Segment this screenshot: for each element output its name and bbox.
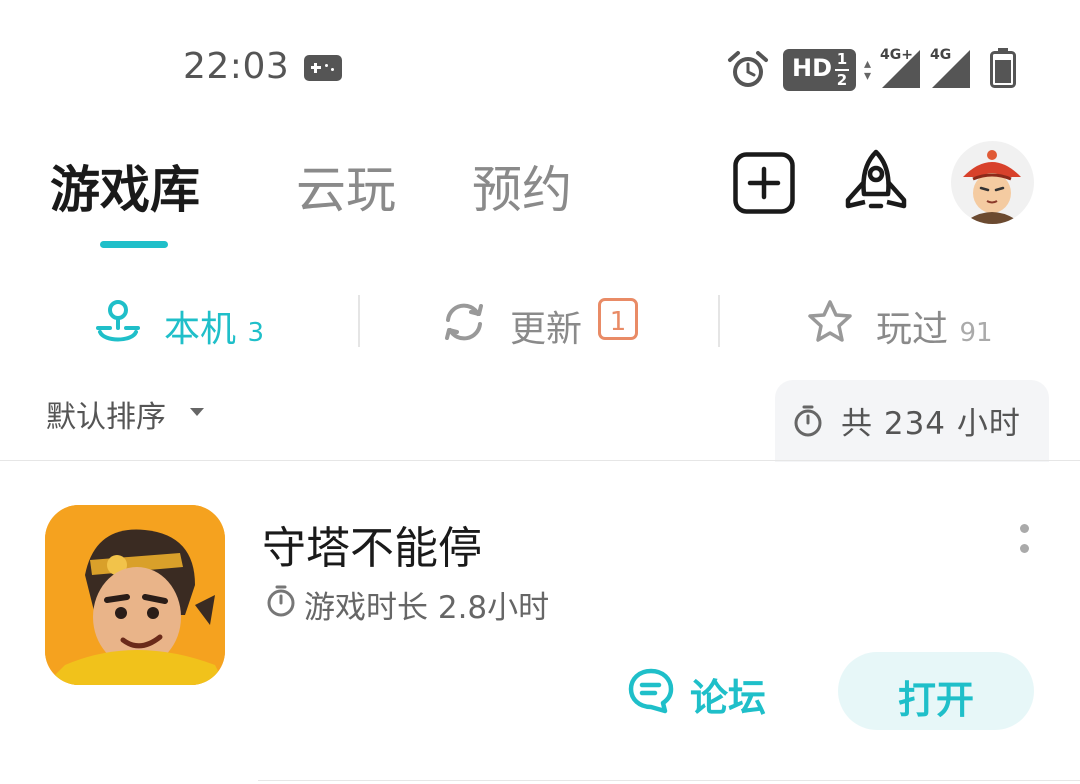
forum-button[interactable]: 论坛 <box>690 667 766 722</box>
add-icon[interactable] <box>733 152 795 214</box>
hd-fraction-bottom: 2 <box>836 71 848 89</box>
battery-icon <box>990 48 1016 88</box>
refresh-icon <box>445 303 483 341</box>
subtab-local-count: 3 <box>247 318 265 348</box>
forum-icon[interactable] <box>625 665 677 717</box>
subtab-played-label: 玩过 <box>876 309 949 350</box>
more-options-icon[interactable] <box>1015 520 1033 560</box>
tab-game-library[interactable]: 游戏库 <box>50 150 200 222</box>
subtab-played-count: 91 <box>959 318 993 348</box>
divider <box>718 295 720 347</box>
subtab-played[interactable]: 玩过 91 <box>876 300 993 352</box>
list-divider <box>258 780 1080 781</box>
hd-label: HD <box>792 54 833 82</box>
subtab-local-label: 本机 <box>164 309 237 350</box>
avatar-image <box>963 150 1021 224</box>
total-playtime-pill: 共 234 小时 <box>775 380 1049 462</box>
data-arrows-icon: ▴ ▾ <box>864 56 872 84</box>
chevron-down-icon[interactable] <box>190 408 204 416</box>
game-title[interactable]: 守塔不能停 <box>262 512 482 576</box>
gamepad-icon <box>304 55 342 81</box>
sort-dropdown[interactable]: 默认排序 <box>46 392 166 436</box>
signal-icon <box>932 50 970 88</box>
hd-voice-icon: HD 1 2 <box>783 49 856 91</box>
star-icon <box>808 300 852 342</box>
joystick-icon <box>96 300 140 342</box>
hd-fraction: 1 2 <box>835 51 849 89</box>
alarm-icon <box>728 51 768 87</box>
subtab-update[interactable]: 更新 <box>510 300 582 352</box>
avatar[interactable] <box>951 141 1034 224</box>
subtab-local[interactable]: 本机 3 <box>164 300 264 352</box>
open-game-label: 打开 <box>897 678 974 722</box>
section-divider <box>0 460 1080 461</box>
game-play-time: 游戏时长 2.8小时 <box>304 590 550 626</box>
update-count-badge: 1 <box>598 298 638 340</box>
timer-icon <box>267 585 295 617</box>
hd-fraction-top: 1 <box>836 50 848 68</box>
game-icon[interactable] <box>45 505 225 685</box>
total-playtime: 共 234 小时 <box>841 406 1021 442</box>
tab-cloud-play[interactable]: 云玩 <box>296 150 396 222</box>
active-tab-indicator <box>100 241 168 248</box>
timer-icon <box>794 405 822 437</box>
signal-icon <box>882 50 920 88</box>
game-icon-art <box>45 505 225 685</box>
tab-reservation[interactable]: 预约 <box>472 150 572 222</box>
rocket-icon[interactable] <box>840 148 912 220</box>
status-time: 22:03 <box>183 46 290 87</box>
divider <box>358 295 360 347</box>
open-game-button[interactable]: 打开 <box>838 652 1034 730</box>
